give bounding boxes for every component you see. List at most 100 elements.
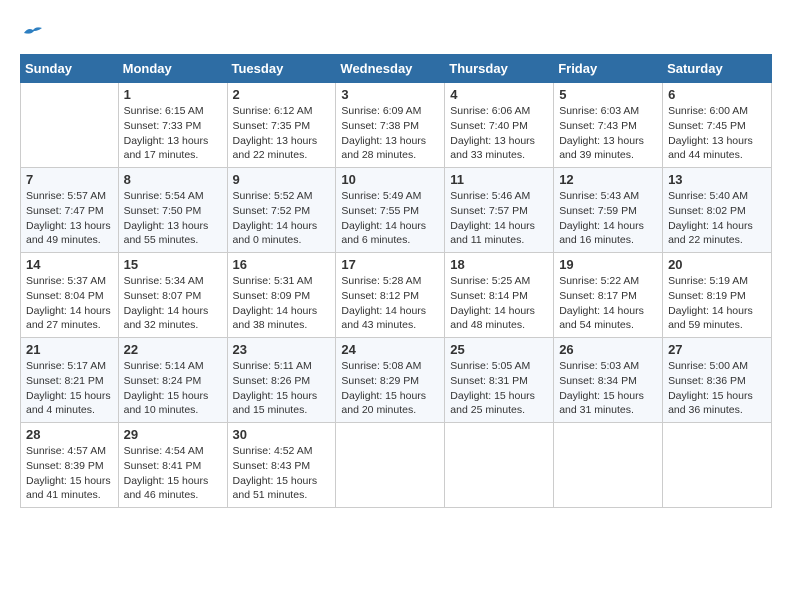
calendar-cell: 10 Sunrise: 5:49 AMSunset: 7:55 PMDayligh…	[336, 168, 445, 253]
day-number: 10	[341, 172, 439, 187]
day-info: Sunrise: 4:57 AMSunset: 8:39 PMDaylight:…	[26, 444, 113, 503]
day-info: Sunrise: 5:14 AMSunset: 8:24 PMDaylight:…	[124, 359, 222, 418]
calendar-cell: 15 Sunrise: 5:34 AMSunset: 8:07 PMDayligh…	[118, 253, 227, 338]
day-info: Sunrise: 6:03 AMSunset: 7:43 PMDaylight:…	[559, 104, 657, 163]
day-info: Sunrise: 5:31 AMSunset: 8:09 PMDaylight:…	[233, 274, 331, 333]
calendar-cell: 14 Sunrise: 5:37 AMSunset: 8:04 PMDayligh…	[21, 253, 119, 338]
calendar-cell: 22 Sunrise: 5:14 AMSunset: 8:24 PMDayligh…	[118, 338, 227, 423]
day-number: 26	[559, 342, 657, 357]
calendar-cell: 3 Sunrise: 6:09 AMSunset: 7:38 PMDaylight…	[336, 83, 445, 168]
calendar-cell	[554, 423, 663, 508]
calendar-cell: 19 Sunrise: 5:22 AMSunset: 8:17 PMDayligh…	[554, 253, 663, 338]
calendar-cell: 2Sunrise: 6:12 AMSunset: 7:35 PMDaylight…	[227, 83, 336, 168]
day-info: Sunrise: 6:00 AMSunset: 7:45 PMDaylight:…	[668, 104, 766, 163]
calendar-cell: 6 Sunrise: 6:00 AMSunset: 7:45 PMDaylight…	[663, 83, 772, 168]
day-number: 7	[26, 172, 113, 187]
day-info: Sunrise: 4:52 AMSunset: 8:43 PMDaylight:…	[233, 444, 331, 503]
day-number: 5	[559, 87, 657, 102]
calendar-cell: 11 Sunrise: 5:46 AMSunset: 7:57 PMDayligh…	[445, 168, 554, 253]
day-number: 9	[233, 172, 331, 187]
day-info: Sunrise: 5:03 AMSunset: 8:34 PMDaylight:…	[559, 359, 657, 418]
day-info: Sunrise: 6:09 AMSunset: 7:38 PMDaylight:…	[341, 104, 439, 163]
day-number: 30	[233, 427, 331, 442]
calendar-week-row: 28 Sunrise: 4:57 AMSunset: 8:39 PMDayligh…	[21, 423, 772, 508]
day-number: 17	[341, 257, 439, 272]
day-info: Sunrise: 5:11 AMSunset: 8:26 PMDaylight:…	[233, 359, 331, 418]
day-info: Sunrise: 5:22 AMSunset: 8:17 PMDaylight:…	[559, 274, 657, 333]
calendar-table: SundayMondayTuesdayWednesdayThursdayFrid…	[20, 54, 772, 508]
day-number: 6	[668, 87, 766, 102]
calendar-cell: 9 Sunrise: 5:52 AMSunset: 7:52 PMDaylight…	[227, 168, 336, 253]
calendar-cell: 16 Sunrise: 5:31 AMSunset: 8:09 PMDayligh…	[227, 253, 336, 338]
calendar-cell: 23 Sunrise: 5:11 AMSunset: 8:26 PMDayligh…	[227, 338, 336, 423]
weekday-header-monday: Monday	[118, 55, 227, 83]
day-info: Sunrise: 5:37 AMSunset: 8:04 PMDaylight:…	[26, 274, 113, 333]
day-info: Sunrise: 5:17 AMSunset: 8:21 PMDaylight:…	[26, 359, 113, 418]
calendar-cell: 21 Sunrise: 5:17 AMSunset: 8:21 PMDayligh…	[21, 338, 119, 423]
calendar-cell: 25 Sunrise: 5:05 AMSunset: 8:31 PMDayligh…	[445, 338, 554, 423]
calendar-cell: 28 Sunrise: 4:57 AMSunset: 8:39 PMDayligh…	[21, 423, 119, 508]
day-number: 3	[341, 87, 439, 102]
day-info: Sunrise: 5:49 AMSunset: 7:55 PMDaylight:…	[341, 189, 439, 248]
calendar-cell: 20 Sunrise: 5:19 AMSunset: 8:19 PMDayligh…	[663, 253, 772, 338]
logo-text	[20, 20, 44, 44]
weekday-header-friday: Friday	[554, 55, 663, 83]
day-number: 8	[124, 172, 222, 187]
calendar-cell: 30 Sunrise: 4:52 AMSunset: 8:43 PMDayligh…	[227, 423, 336, 508]
day-info: Sunrise: 6:15 AMSunset: 7:33 PMDaylight:…	[124, 104, 222, 163]
calendar-cell: 1 Sunrise: 6:15 AMSunset: 7:33 PMDaylight…	[118, 83, 227, 168]
day-number: 15	[124, 257, 222, 272]
calendar-week-row: 7 Sunrise: 5:57 AMSunset: 7:47 PMDaylight…	[21, 168, 772, 253]
day-info: Sunrise: 6:06 AMSunset: 7:40 PMDaylight:…	[450, 104, 548, 163]
calendar-cell: 26 Sunrise: 5:03 AMSunset: 8:34 PMDayligh…	[554, 338, 663, 423]
day-number: 20	[668, 257, 766, 272]
day-number: 25	[450, 342, 548, 357]
day-number: 23	[233, 342, 331, 357]
day-info: Sunrise: 5:57 AMSunset: 7:47 PMDaylight:…	[26, 189, 113, 248]
day-number: 13	[668, 172, 766, 187]
day-info: Sunrise: 5:05 AMSunset: 8:31 PMDaylight:…	[450, 359, 548, 418]
weekday-header-row: SundayMondayTuesdayWednesdayThursdayFrid…	[21, 55, 772, 83]
header	[20, 20, 772, 44]
calendar-cell	[663, 423, 772, 508]
day-info: Sunrise: 5:46 AMSunset: 7:57 PMDaylight:…	[450, 189, 548, 248]
day-number: 19	[559, 257, 657, 272]
day-info: Sunrise: 5:34 AMSunset: 8:07 PMDaylight:…	[124, 274, 222, 333]
calendar-cell	[336, 423, 445, 508]
day-info: Sunrise: 5:52 AMSunset: 7:52 PMDaylight:…	[233, 189, 331, 248]
day-info: Sunrise: 5:28 AMSunset: 8:12 PMDaylight:…	[341, 274, 439, 333]
day-number: 11	[450, 172, 548, 187]
calendar-cell: 18Sunrise: 5:25 AMSunset: 8:14 PMDayligh…	[445, 253, 554, 338]
weekday-header-thursday: Thursday	[445, 55, 554, 83]
bird-icon	[22, 25, 44, 41]
calendar-cell: 13 Sunrise: 5:40 AMSunset: 8:02 PMDayligh…	[663, 168, 772, 253]
calendar-cell: 24Sunrise: 5:08 AMSunset: 8:29 PMDayligh…	[336, 338, 445, 423]
day-number: 27	[668, 342, 766, 357]
calendar-cell: 17 Sunrise: 5:28 AMSunset: 8:12 PMDayligh…	[336, 253, 445, 338]
calendar-week-row: 21 Sunrise: 5:17 AMSunset: 8:21 PMDayligh…	[21, 338, 772, 423]
day-info: Sunrise: 5:43 AMSunset: 7:59 PMDaylight:…	[559, 189, 657, 248]
day-number: 4	[450, 87, 548, 102]
calendar-cell: 27 Sunrise: 5:00 AMSunset: 8:36 PMDayligh…	[663, 338, 772, 423]
day-info: Sunrise: 6:12 AMSunset: 7:35 PMDaylight:…	[233, 104, 331, 163]
day-number: 16	[233, 257, 331, 272]
calendar-cell: 7 Sunrise: 5:57 AMSunset: 7:47 PMDaylight…	[21, 168, 119, 253]
day-info: Sunrise: 5:25 AMSunset: 8:14 PMDaylight:…	[450, 274, 548, 333]
weekday-header-sunday: Sunday	[21, 55, 119, 83]
day-info: Sunrise: 4:54 AMSunset: 8:41 PMDaylight:…	[124, 444, 222, 503]
day-info: Sunrise: 5:00 AMSunset: 8:36 PMDaylight:…	[668, 359, 766, 418]
calendar-cell: 29Sunrise: 4:54 AMSunset: 8:41 PMDayligh…	[118, 423, 227, 508]
day-number: 24	[341, 342, 439, 357]
day-number: 14	[26, 257, 113, 272]
day-number: 28	[26, 427, 113, 442]
day-number: 1	[124, 87, 222, 102]
day-info: Sunrise: 5:40 AMSunset: 8:02 PMDaylight:…	[668, 189, 766, 248]
calendar-week-row: 1 Sunrise: 6:15 AMSunset: 7:33 PMDaylight…	[21, 83, 772, 168]
page: SundayMondayTuesdayWednesdayThursdayFrid…	[0, 0, 792, 518]
day-info: Sunrise: 5:19 AMSunset: 8:19 PMDaylight:…	[668, 274, 766, 333]
weekday-header-saturday: Saturday	[663, 55, 772, 83]
calendar-cell	[21, 83, 119, 168]
day-number: 22	[124, 342, 222, 357]
day-number: 21	[26, 342, 113, 357]
logo	[20, 20, 44, 44]
